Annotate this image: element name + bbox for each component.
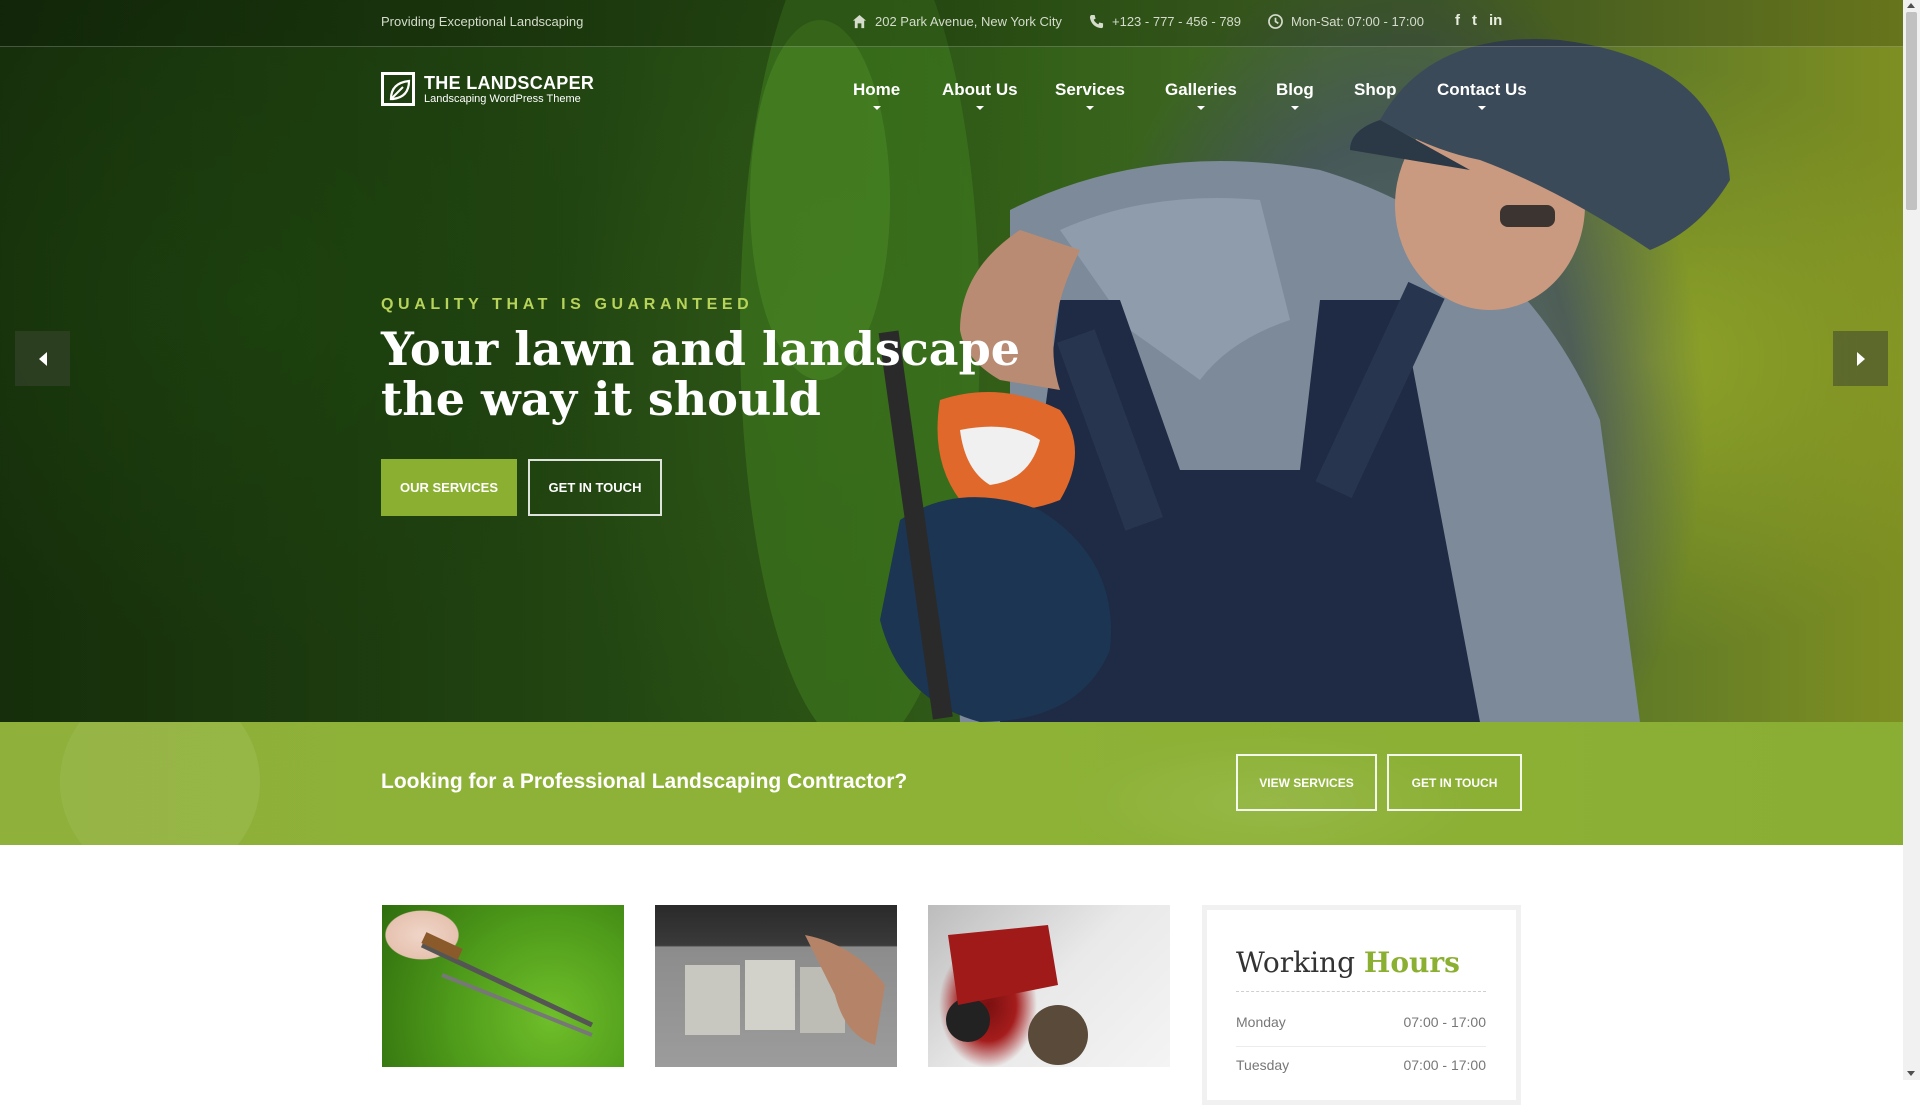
nav-label: Galleries (1165, 80, 1237, 99)
clock-icon (1268, 14, 1283, 29)
scroll-thumb[interactable] (1906, 12, 1917, 210)
nav-label: Services (1055, 80, 1125, 99)
decorative-shape (60, 722, 260, 845)
title-plain: Working (1236, 946, 1364, 979)
nav-label: Contact Us (1437, 80, 1527, 99)
chevron-down-icon (1477, 106, 1486, 110)
hero-slider: Providing Exceptional Landscaping 202 Pa… (0, 0, 1903, 722)
working-hours-title: Working Hours (1236, 946, 1460, 979)
chevron-down-icon (1196, 106, 1205, 110)
nav-item-services[interactable]: Services (1055, 80, 1125, 110)
headline-line-1: Your lawn and landscape (381, 322, 1021, 376)
page-scrollbar[interactable] (1903, 0, 1920, 1080)
service-image-paving[interactable] (655, 905, 897, 1067)
nav-label: Home (853, 80, 901, 99)
address-info: 202 Park Avenue, New York City (852, 14, 1062, 29)
nav-item-shop[interactable]: Shop (1354, 80, 1397, 100)
social-links: f t in (1455, 12, 1502, 29)
linkedin-icon[interactable]: in (1489, 12, 1502, 29)
scroll-up-icon[interactable] (1907, 3, 1915, 8)
scroll-down-icon[interactable] (1907, 1071, 1915, 1076)
main-navigation: Home About Us Services Galleries Blog Sh… (0, 80, 1903, 120)
get-in-touch-button[interactable]: GET IN TOUCH (528, 459, 662, 516)
divider (1236, 991, 1486, 992)
slider-next-button[interactable] (1833, 331, 1888, 386)
facebook-icon[interactable]: f (1455, 12, 1460, 29)
hero-eyebrow: QUALITY THAT IS GUARANTEED (381, 296, 754, 313)
nav-label: Shop (1354, 80, 1397, 99)
cta-title: Looking for a Professional Landscaping C… (381, 770, 908, 793)
nav-item-blog[interactable]: Blog (1276, 80, 1314, 110)
site-tagline: Providing Exceptional Landscaping (381, 14, 584, 29)
address-text: 202 Park Avenue, New York City (875, 14, 1062, 29)
service-image-hedge-trimming[interactable] (382, 905, 624, 1067)
phone-text: +123 - 777 - 456 - 789 (1112, 14, 1242, 29)
nav-item-home[interactable]: Home (853, 80, 900, 110)
phone-info: +123 - 777 - 456 - 789 (1089, 14, 1241, 29)
hours-time: 07:00 - 17:00 (1403, 1057, 1486, 1073)
our-services-button[interactable]: OUR SERVICES (381, 459, 517, 516)
service-image-snow-removal[interactable] (928, 905, 1170, 1067)
chevron-down-icon (975, 106, 984, 110)
headline-line-2: the way it should (381, 372, 821, 426)
arrow-right-icon (1856, 351, 1865, 366)
phone-icon (1089, 14, 1104, 29)
title-accent: Hours (1363, 946, 1460, 979)
chevron-down-icon (1085, 106, 1094, 110)
arrow-left-icon (38, 351, 47, 366)
cta-get-in-touch-button[interactable]: GET IN TOUCH (1387, 754, 1522, 811)
nav-label: About Us (942, 80, 1018, 99)
cta-band: Looking for a Professional Landscaping C… (0, 722, 1903, 845)
working-hours-widget: Working Hours Monday 07:00 - 17:00 Tuesd… (1202, 905, 1521, 1105)
hours-day: Monday (1236, 1014, 1286, 1030)
chevron-down-icon (872, 106, 881, 110)
top-info-bar: Providing Exceptional Landscaping 202 Pa… (0, 0, 1903, 47)
twitter-icon[interactable]: t (1472, 12, 1477, 29)
slider-prev-button[interactable] (15, 331, 70, 386)
view-services-button[interactable]: VIEW SERVICES (1236, 754, 1377, 811)
chevron-down-icon (1290, 106, 1299, 110)
nav-item-galleries[interactable]: Galleries (1165, 80, 1237, 110)
divider (1236, 1046, 1486, 1047)
hours-row: Monday 07:00 - 17:00 (1236, 1014, 1486, 1030)
hours-text: Mon-Sat: 07:00 - 17:00 (1291, 14, 1424, 29)
home-icon (852, 14, 867, 29)
hero-headline: Your lawn and landscape the way it shoul… (381, 324, 1081, 424)
nav-label: Blog (1276, 80, 1314, 99)
hours-row: Tuesday 07:00 - 17:00 (1236, 1057, 1486, 1073)
nav-item-contact-us[interactable]: Contact Us (1437, 80, 1527, 110)
nav-item-about-us[interactable]: About Us (942, 80, 1018, 110)
hours-time: 07:00 - 17:00 (1403, 1014, 1486, 1030)
hours-info: Mon-Sat: 07:00 - 17:00 (1268, 14, 1424, 29)
hours-day: Tuesday (1236, 1057, 1290, 1073)
